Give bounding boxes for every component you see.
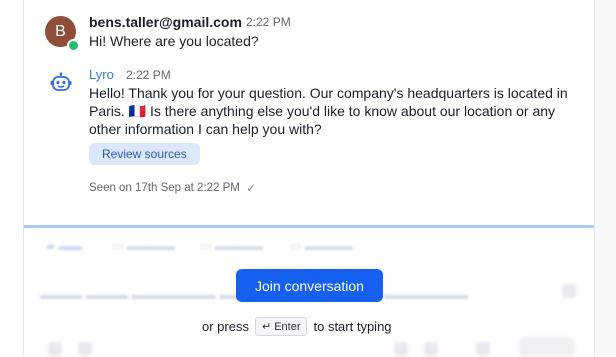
enter-key-badge: ↵ Enter bbox=[254, 317, 308, 336]
bot-message-time: 2:22 PM bbox=[126, 68, 171, 82]
enter-icon: ↵ bbox=[261, 321, 272, 333]
enter-key-label: Enter bbox=[274, 320, 301, 333]
faded-expand-icon bbox=[562, 284, 576, 298]
bot-icon bbox=[50, 72, 72, 91]
join-conversation-button[interactable]: Join conversation bbox=[236, 269, 383, 302]
faded-toolbar-icon bbox=[476, 342, 490, 356]
user-message-time: 2:22 PM bbox=[246, 15, 291, 29]
user-sender-email: bens.taller@gmail.com bbox=[89, 14, 242, 30]
seen-status: Seen on 17th Sep at 2:22 PM bbox=[89, 182, 240, 194]
faded-input-placeholder: ▬▬▬▬▬▬ bbox=[384, 286, 468, 302]
faded-tab-icon: ▭ ▬▬▬▬ bbox=[200, 239, 263, 253]
review-sources-button[interactable]: Review sources bbox=[89, 143, 200, 165]
hint-suffix: to start typing bbox=[313, 319, 392, 334]
online-status-dot bbox=[67, 39, 80, 52]
bot-message-text: Hello! Thank you for your question. Our … bbox=[89, 85, 568, 137]
faded-tab-icon: ▰ ▬▬ bbox=[46, 239, 83, 253]
faded-toolbar-icon bbox=[78, 342, 92, 356]
faded-tab-icon: ▭ ▬▬▬▬ bbox=[112, 239, 175, 253]
chat-panel: B bens.taller@gmail.com 2:22 PM Hi! Wher… bbox=[23, 0, 595, 357]
faded-toolbar-icon bbox=[394, 342, 408, 356]
hint-prefix: or press bbox=[202, 319, 249, 334]
user-message-text: Hi! Where are you located? bbox=[89, 33, 259, 49]
faded-toolbar-icon bbox=[48, 342, 62, 356]
avatar-initial: B bbox=[55, 22, 66, 40]
bot-sender-name: Lyro bbox=[89, 67, 114, 82]
keyboard-hint: or press ↵ Enter to start typing bbox=[202, 317, 392, 336]
faded-tab-icon: ▭ ▬▬▬▬ bbox=[290, 239, 353, 253]
right-sidebar-edge bbox=[594, 0, 616, 356]
faded-send-button bbox=[519, 337, 575, 357]
faded-toolbar-icon bbox=[424, 342, 438, 356]
check-icon: ✓ bbox=[246, 181, 257, 195]
